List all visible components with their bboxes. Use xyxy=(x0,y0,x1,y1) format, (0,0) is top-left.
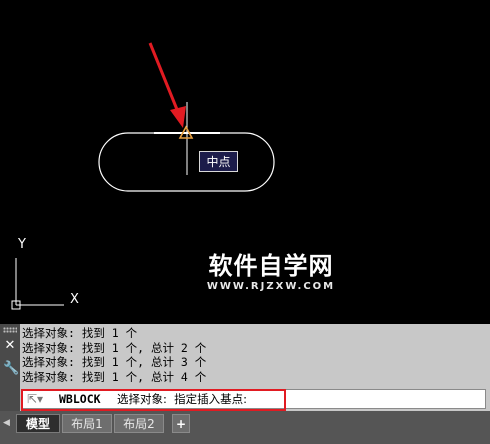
midpoint-tooltip: 中点 xyxy=(199,151,238,172)
ucs-y-label: Y xyxy=(17,237,26,252)
command-panel: ✕ 🔧 选择对象: 找到 1 个 选择对象: 找到 1 个, 总计 2 个 选择… xyxy=(0,324,490,411)
close-icon[interactable]: ✕ xyxy=(3,339,17,353)
drawing-canvas[interactable]: Y X 中点 软件自学网 WWW.RJZXW.COM xyxy=(0,0,490,324)
command-panel-side-bar: ✕ 🔧 xyxy=(0,324,20,411)
add-layout-button[interactable]: + xyxy=(172,414,190,433)
layout-tab-bar: ◀ 模型 布局1 布局2 + xyxy=(0,411,490,444)
history-line: 选择对象: 找到 1 个, 总计 3 个 xyxy=(22,355,207,369)
annotation-arrow-head xyxy=(170,106,186,128)
watermark-title: 软件自学网 xyxy=(208,252,334,280)
tab-model[interactable]: 模型 xyxy=(16,414,60,433)
history-line: 选择对象: 找到 1 个 xyxy=(22,326,138,340)
tab-layout1[interactable]: 布局1 xyxy=(62,414,112,433)
command-history: 选择对象: 找到 1 个 选择对象: 找到 1 个, 总计 2 个 选择对象: … xyxy=(22,326,488,388)
drag-grip-icon[interactable] xyxy=(3,327,17,333)
watermark-url: WWW.RJZXW.COM xyxy=(206,281,336,292)
watermark: 软件自学网 WWW.RJZXW.COM xyxy=(196,251,346,293)
command-name: WBLOCK xyxy=(59,392,101,406)
customize-wrench-icon[interactable]: 🔧 xyxy=(3,362,19,376)
annotation-arrow-shaft xyxy=(148,42,180,113)
command-prompt-text: 选择对象: 指定插入基点: xyxy=(117,392,248,406)
tab-layout2[interactable]: 布局2 xyxy=(114,414,164,433)
command-input[interactable]: ⇱▾ WBLOCK 选择对象: 指定插入基点: xyxy=(22,389,486,409)
tab-scroll-left-icon[interactable]: ◀ xyxy=(3,414,13,433)
history-line: 选择对象: 找到 1 个, 总计 2 个 xyxy=(22,340,207,355)
ucs-x-label: X xyxy=(70,292,79,307)
history-line: 选择对象: 找到 1 个, 总计 4 个 xyxy=(22,369,207,384)
command-prompt-icon[interactable]: ⇱▾ xyxy=(27,392,49,407)
